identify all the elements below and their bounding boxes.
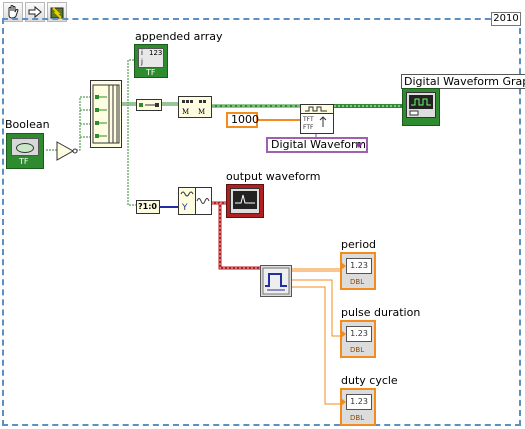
- graph-icon: [409, 95, 433, 116]
- pulse-duration-label: pulse duration: [341, 306, 421, 319]
- pulse-duration-display: 1.23: [346, 326, 372, 342]
- boolean-control[interactable]: TF: [6, 133, 44, 169]
- period-display: 1.23: [346, 258, 372, 274]
- chart-icon: [233, 191, 257, 209]
- period-indicator[interactable]: 1.23 DBL: [340, 252, 376, 290]
- transpose-icon: M M: [182, 100, 206, 116]
- convert-text: ?1:0: [138, 202, 157, 211]
- svg-text:TFT: TFT: [302, 116, 314, 123]
- period-label: period: [341, 238, 377, 251]
- period-dbl-tag: DBL: [350, 278, 365, 286]
- bool-to-number-function[interactable]: ?1:0: [136, 200, 160, 214]
- waveform-type-ring[interactable]: Digital Waveform: [266, 137, 368, 153]
- duty-cycle-indicator[interactable]: 1.23 DBL: [340, 388, 376, 426]
- svg-text:M: M: [198, 108, 205, 116]
- build-digital-waveform-function[interactable]: TFT FTF: [300, 104, 334, 134]
- ring-value: Digital Waveform: [271, 138, 367, 151]
- transpose-array-function[interactable]: M M: [178, 96, 212, 118]
- constant-value: 1000: [231, 113, 259, 126]
- arrow-right-icon: [139, 103, 159, 107]
- build-array-icon: [92, 84, 120, 144]
- pulse-measurements-function[interactable]: [260, 265, 292, 297]
- graph-label: Digital Waveform Graph: [401, 74, 525, 89]
- svg-text:FTF: FTF: [303, 124, 314, 131]
- appended-array-tf-tag: TF: [146, 68, 156, 77]
- duty-cycle-label: duty cycle: [341, 374, 398, 387]
- output-waveform-label: output waveform: [226, 170, 321, 183]
- pulse-duration-indicator[interactable]: 1.23 DBL: [340, 320, 376, 358]
- pulse-duration-dbl-tag: DBL: [350, 346, 365, 354]
- bool-array-to-number-function[interactable]: [136, 99, 162, 111]
- appended-array-indicator[interactable]: i 123 j TF: [134, 44, 168, 78]
- dropdown-arrow-icon: [355, 143, 363, 148]
- waveform-icon: Y: [180, 191, 210, 213]
- build-waveform-function[interactable]: Y: [178, 187, 212, 215]
- pulse-icon: TFT FTF: [302, 106, 327, 131]
- digital-waveform-graph[interactable]: [402, 88, 440, 126]
- duty-cycle-dbl-tag: DBL: [350, 414, 365, 422]
- not-gate-icon: [56, 141, 78, 161]
- build-array-function[interactable]: [90, 80, 122, 148]
- svg-text:Y: Y: [181, 203, 188, 213]
- appended-array-label: appended array: [135, 30, 223, 43]
- boolean-label: Boolean: [5, 118, 50, 131]
- boolean-led-icon: [16, 143, 34, 153]
- pulse-measure-icon: [262, 267, 290, 295]
- timing-constant[interactable]: 1000: [226, 112, 259, 128]
- duty-cycle-display: 1.23: [346, 394, 372, 410]
- output-waveform-indicator[interactable]: [226, 184, 264, 218]
- svg-text:M: M: [182, 108, 189, 116]
- not-function[interactable]: [56, 141, 78, 161]
- tf-tag: TF: [19, 157, 29, 166]
